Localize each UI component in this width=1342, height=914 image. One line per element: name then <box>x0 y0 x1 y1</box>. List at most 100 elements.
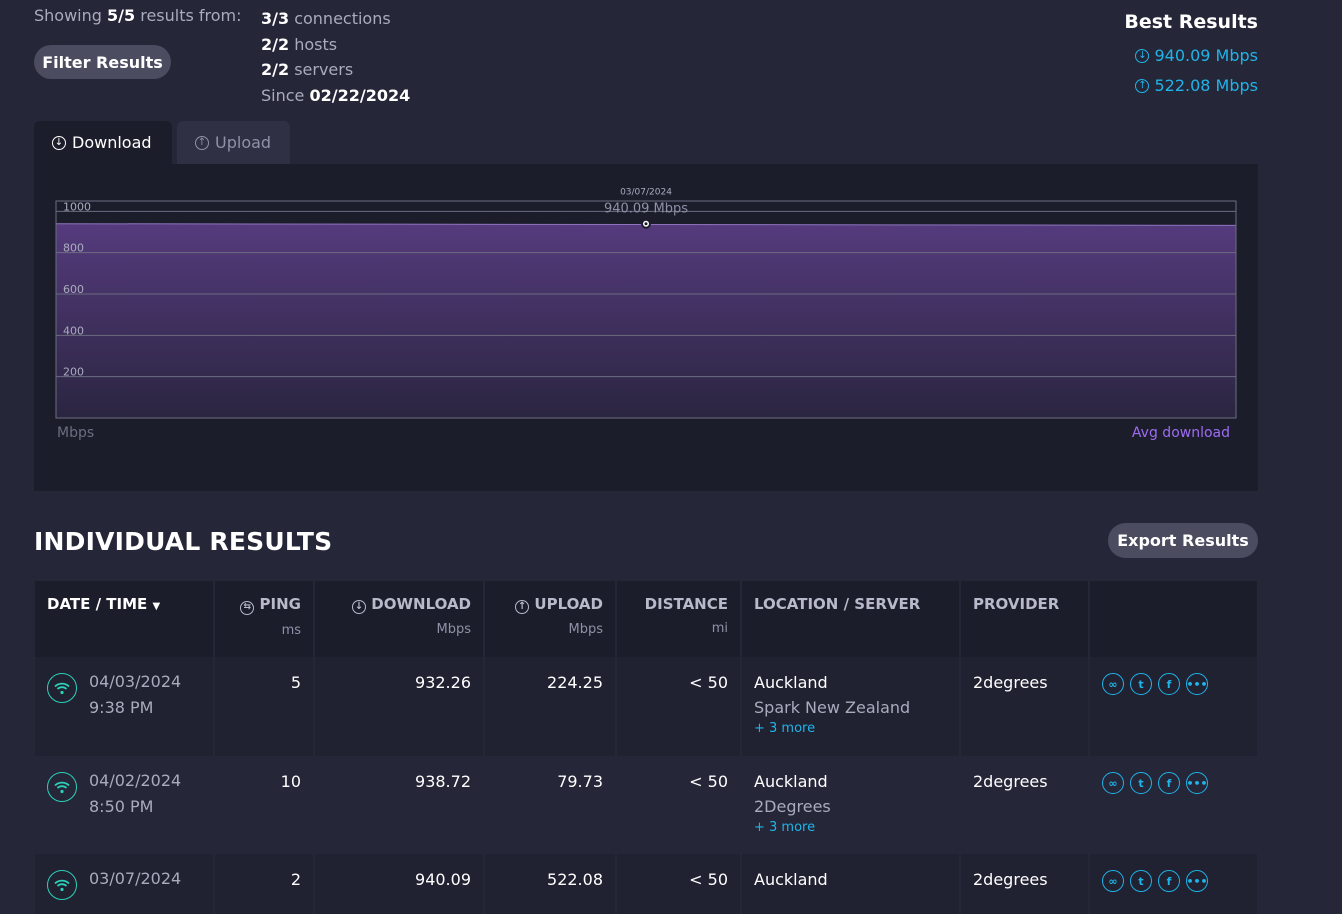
row-server: 2Degrees <box>754 797 831 816</box>
since-value: 02/22/2024 <box>309 86 411 106</box>
row-date: 04/02/2024 <box>89 771 182 790</box>
row-time: 9:38 PM <box>89 698 154 717</box>
link-icon[interactable]: ∞ <box>1102 870 1124 892</box>
sort-down-icon: ▼ <box>152 601 161 612</box>
header-download[interactable]: ↓ DOWNLOAD Mbps <box>315 581 485 657</box>
share-actions: ∞ t f ••• <box>1102 772 1245 794</box>
tab-upload-label: Upload <box>215 133 272 152</box>
twitter-icon[interactable]: t <box>1130 772 1152 794</box>
stats-since: Since 02/22/2024 <box>261 83 410 109</box>
row-more-link[interactable]: + 3 more <box>754 721 947 736</box>
y-tick-label: 400 <box>63 324 84 337</box>
share-actions: ∞ t f ••• <box>1102 673 1245 695</box>
header-location[interactable]: LOCATION / SERVER <box>742 581 961 657</box>
facebook-icon[interactable]: f <box>1158 673 1180 695</box>
link-icon[interactable]: ∞ <box>1102 772 1124 794</box>
best-results-title: Best Results <box>1124 11 1258 33</box>
header-provider[interactable]: PROVIDER <box>961 581 1090 657</box>
summary-suffix: results from: <box>140 6 242 25</box>
table-row[interactable]: 03/07/2024 2 940.09 522.08 < 50 Auckland… <box>35 854 1257 914</box>
wifi-icon <box>47 673 77 703</box>
ping-unit: ms <box>281 622 301 638</box>
best-download-value: 940.09 Mbps <box>1154 46 1258 65</box>
chart-point-center <box>644 222 648 226</box>
download-unit: Mbps <box>436 622 472 637</box>
wifi-icon <box>47 772 77 802</box>
header-provider-label: PROVIDER <box>973 595 1060 613</box>
tab-upload[interactable]: ↑ Upload <box>177 121 290 164</box>
best-download: ↓ 940.09 Mbps <box>1124 46 1258 65</box>
stats-hosts: 2/2 hosts <box>261 32 410 58</box>
upload-arrow-icon: ↑ <box>195 135 209 150</box>
twitter-icon[interactable]: t <box>1130 870 1152 892</box>
row-city: Auckland <box>754 870 828 889</box>
upload-arrow-icon: ↑ <box>515 600 530 614</box>
row-distance: < 50 <box>617 657 742 756</box>
best-results: Best Results ↓ 940.09 Mbps ↑ 522.08 Mbps <box>1124 11 1258 95</box>
hosts-label: hosts <box>294 34 338 54</box>
facebook-icon[interactable]: f <box>1158 870 1180 892</box>
upload-arrow-icon: ↑ <box>1135 78 1150 93</box>
download-arrow-icon: ↓ <box>52 135 66 150</box>
header-datetime[interactable]: DATE / TIME ▼ <box>35 581 215 657</box>
chart-tabs: ↓ Download ↑ Upload <box>34 121 290 164</box>
row-provider: 2degrees <box>961 657 1090 756</box>
header-datetime-label: DATE / TIME <box>47 595 148 613</box>
hosts-value: 2/2 <box>261 34 290 54</box>
row-download: 932.26 <box>315 657 485 756</box>
row-city: Auckland <box>754 673 828 692</box>
row-download: 938.72 <box>315 756 485 854</box>
more-options-icon[interactable]: ••• <box>1186 673 1208 695</box>
tab-download[interactable]: ↓ Download <box>34 121 172 164</box>
header-upload[interactable]: ↑ UPLOAD Mbps <box>485 581 617 657</box>
facebook-icon[interactable]: f <box>1158 772 1180 794</box>
individual-results-title: INDIVIDUAL RESULTS <box>34 527 333 556</box>
header-distance[interactable]: DISTANCE mi <box>617 581 742 657</box>
row-distance: < 50 <box>617 756 742 854</box>
since-label: Since <box>261 86 305 106</box>
row-distance: < 50 <box>617 854 742 914</box>
header-download-label: DOWNLOAD <box>371 595 471 613</box>
row-more-link[interactable]: + 3 more <box>754 820 947 835</box>
summary-count: 5/5 <box>107 6 136 25</box>
best-upload-value: 522.08 Mbps <box>1154 76 1258 95</box>
best-upload: ↑ 522.08 Mbps <box>1124 76 1258 95</box>
row-ping: 5 <box>215 657 315 756</box>
y-tick-label: 800 <box>63 242 84 255</box>
more-options-icon[interactable]: ••• <box>1186 772 1208 794</box>
row-city: Auckland <box>754 772 828 791</box>
chart-legend: Avg download <box>1132 425 1230 441</box>
tooltip-date: 03/07/2024 <box>620 188 672 198</box>
row-provider: 2degrees <box>961 854 1090 914</box>
download-arrow-icon: ↓ <box>352 600 367 614</box>
y-tick-label: 600 <box>63 283 84 296</box>
results-table: DATE / TIME ▼ ⇆ PING ms ↓ DOWNLOAD Mbps ↑ … <box>35 581 1257 914</box>
row-date: 03/07/2024 <box>89 869 182 888</box>
more-options-icon[interactable]: ••• <box>1186 870 1208 892</box>
download-chart: 2004006008001000 03/07/2024 940.09 Mbps … <box>55 188 1237 441</box>
servers-value: 2/2 <box>261 60 290 80</box>
table-row[interactable]: 04/03/2024 9:38 PM 5 932.26 224.25 < 50 A… <box>35 657 1257 756</box>
row-date: 04/03/2024 <box>89 672 182 691</box>
row-upload: 522.08 <box>485 854 617 914</box>
row-provider: 2degrees <box>961 756 1090 854</box>
row-download: 940.09 <box>315 854 485 914</box>
results-summary: Showing 5/5 results from: <box>34 6 242 25</box>
link-icon[interactable]: ∞ <box>1102 673 1124 695</box>
header-ping[interactable]: ⇆ PING ms <box>215 581 315 657</box>
header-actions <box>1090 581 1257 657</box>
filter-results-button[interactable]: Filter Results <box>34 45 171 79</box>
row-time: 8:50 PM <box>89 797 154 816</box>
export-results-button[interactable]: Export Results <box>1108 523 1258 558</box>
tooltip-value: 940.09 Mbps <box>604 202 688 217</box>
y-axis-unit: Mbps <box>57 425 94 441</box>
y-tick-label: 1000 <box>63 200 91 213</box>
row-ping: 10 <box>215 756 315 854</box>
table-header-row: DATE / TIME ▼ ⇆ PING ms ↓ DOWNLOAD Mbps ↑ … <box>35 581 1257 657</box>
connections-label: connections <box>294 9 391 28</box>
table-row[interactable]: 04/02/2024 8:50 PM 10 938.72 79.73 < 50 A… <box>35 756 1257 854</box>
twitter-icon[interactable]: t <box>1130 673 1152 695</box>
row-upload: 79.73 <box>485 756 617 854</box>
share-actions: ∞ t f ••• <box>1102 870 1245 892</box>
header-distance-label: DISTANCE <box>644 595 728 613</box>
